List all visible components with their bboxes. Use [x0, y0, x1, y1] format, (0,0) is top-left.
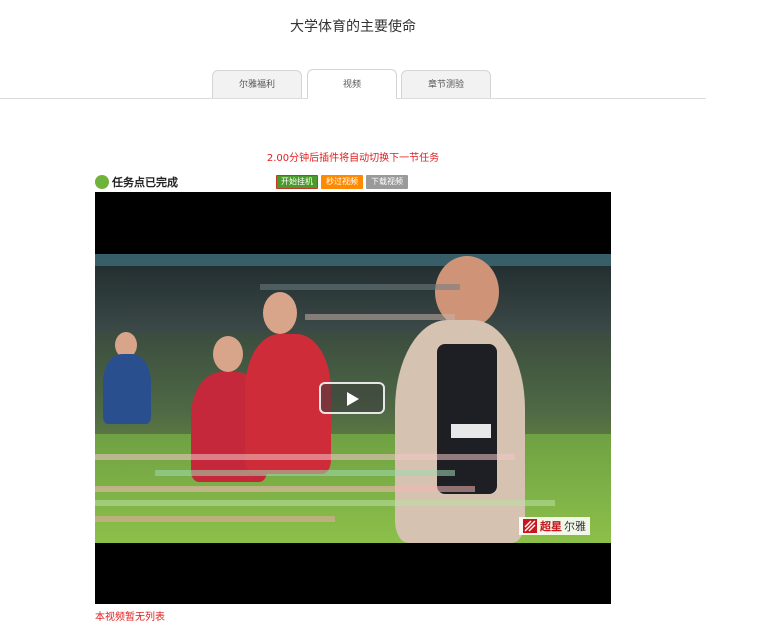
plugin-controls: 开始挂机 秒过视频 下载视频: [276, 175, 411, 189]
stadium-banner: [95, 254, 611, 266]
auto-switch-notice: 2.00分钟后插件将自动切换下一节任务: [266, 153, 440, 164]
chaoxing-logo-icon: [523, 519, 537, 533]
runner-head: [213, 336, 243, 372]
glitch-band: [95, 486, 475, 492]
runner-body: [103, 354, 151, 424]
glitch-band: [260, 284, 460, 290]
race-bib: [451, 424, 491, 438]
glitch-band: [95, 516, 335, 522]
glitch-band: [305, 314, 455, 320]
skip-video-button[interactable]: 秒过视频: [321, 175, 363, 189]
glitch-band: [95, 500, 555, 506]
watermark-product: 尔雅: [564, 520, 586, 533]
task-status-label: 任务点已完成: [112, 176, 178, 189]
start-autoplay-button[interactable]: 开始挂机: [276, 175, 318, 189]
no-video-list-link[interactable]: 本视频暂无列表: [95, 608, 165, 623]
tab-welfare[interactable]: 尔雅福利: [212, 70, 302, 98]
tab-video[interactable]: 视频: [307, 69, 397, 99]
video-player[interactable]: 超星 尔雅: [95, 192, 611, 604]
page-title: 大学体育的主要使命: [290, 19, 416, 35]
glitch-band: [155, 470, 455, 476]
glitch-band: [95, 454, 515, 460]
complete-dot-icon: [95, 175, 109, 189]
play-icon: [347, 392, 359, 406]
watermark-brand: 超星: [540, 520, 562, 533]
play-button[interactable]: [319, 382, 385, 414]
stadium-crowd: [95, 254, 611, 334]
download-video-button[interactable]: 下载视频: [366, 175, 408, 189]
tab-chapter-quiz[interactable]: 章节测验: [401, 70, 491, 98]
task-status: 任务点已完成: [95, 174, 178, 190]
runner-head: [263, 292, 297, 334]
tab-bar: 尔雅福利 视频 章节测验: [0, 69, 706, 99]
chaoxing-erya-watermark: 超星 尔雅: [519, 517, 590, 535]
